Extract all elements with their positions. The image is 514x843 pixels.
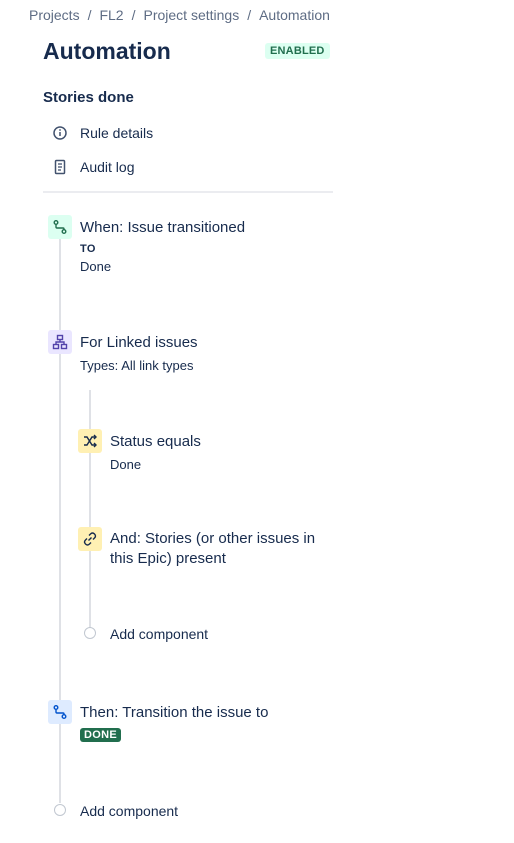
rule-add-dot (54, 804, 66, 816)
status-badge: ENABLED (265, 43, 330, 59)
menu-item-rule-details[interactable]: Rule details (50, 123, 153, 143)
condition-status-icon[interactable] (78, 429, 102, 453)
menu-item-audit-log[interactable]: Audit log (50, 157, 134, 177)
trigger-to-label: TO (80, 243, 96, 255)
breadcrumb-automation[interactable]: Automation (259, 7, 330, 23)
branch-flow-line (89, 390, 91, 628)
status-lozenge-done: DONE (80, 728, 121, 742)
breadcrumb: Projects / FL2 / Project settings / Automation (29, 7, 330, 23)
breadcrumb-projects[interactable]: Projects (29, 7, 80, 23)
hierarchy-icon (52, 334, 68, 350)
branch-add-component-button[interactable]: Add component (110, 626, 208, 642)
branch-add-dot (84, 627, 96, 639)
shuffle-icon (84, 434, 97, 448)
document-icon (50, 157, 70, 177)
breadcrumb-separator: / (247, 7, 252, 23)
trigger-icon[interactable] (48, 215, 72, 239)
trigger-title[interactable]: When: Issue transitioned (80, 219, 245, 236)
branch-title[interactable]: For Linked issues (80, 334, 198, 351)
menu-item-label: Audit log (80, 159, 135, 175)
action-icon[interactable] (48, 700, 72, 724)
rule-name: Stories done (43, 89, 134, 106)
trigger-to-value: Done (80, 259, 112, 274)
action-title[interactable]: Then: Transition the issue to (80, 704, 268, 721)
condition-status-value: Done (110, 457, 142, 472)
breadcrumb-fl2[interactable]: FL2 (99, 7, 123, 23)
branch-icon[interactable] (48, 330, 72, 354)
condition-related-title[interactable]: And: Stories (or other issues in this Ep… (110, 529, 330, 569)
breadcrumb-separator: / (87, 7, 92, 23)
link-icon (83, 532, 97, 546)
divider (43, 191, 333, 193)
transition-icon (53, 220, 67, 234)
info-icon (50, 123, 70, 143)
breadcrumb-project-settings[interactable]: Project settings (143, 7, 239, 23)
condition-status-title[interactable]: Status equals (110, 433, 201, 450)
transition-icon (53, 705, 67, 719)
condition-related-icon[interactable] (78, 527, 102, 551)
menu-item-label: Rule details (80, 125, 154, 141)
breadcrumb-separator: / (131, 7, 136, 23)
branch-subtitle: Types: All link types (80, 358, 194, 373)
page-title: Automation (43, 38, 171, 64)
add-component-button[interactable]: Add component (80, 803, 178, 819)
